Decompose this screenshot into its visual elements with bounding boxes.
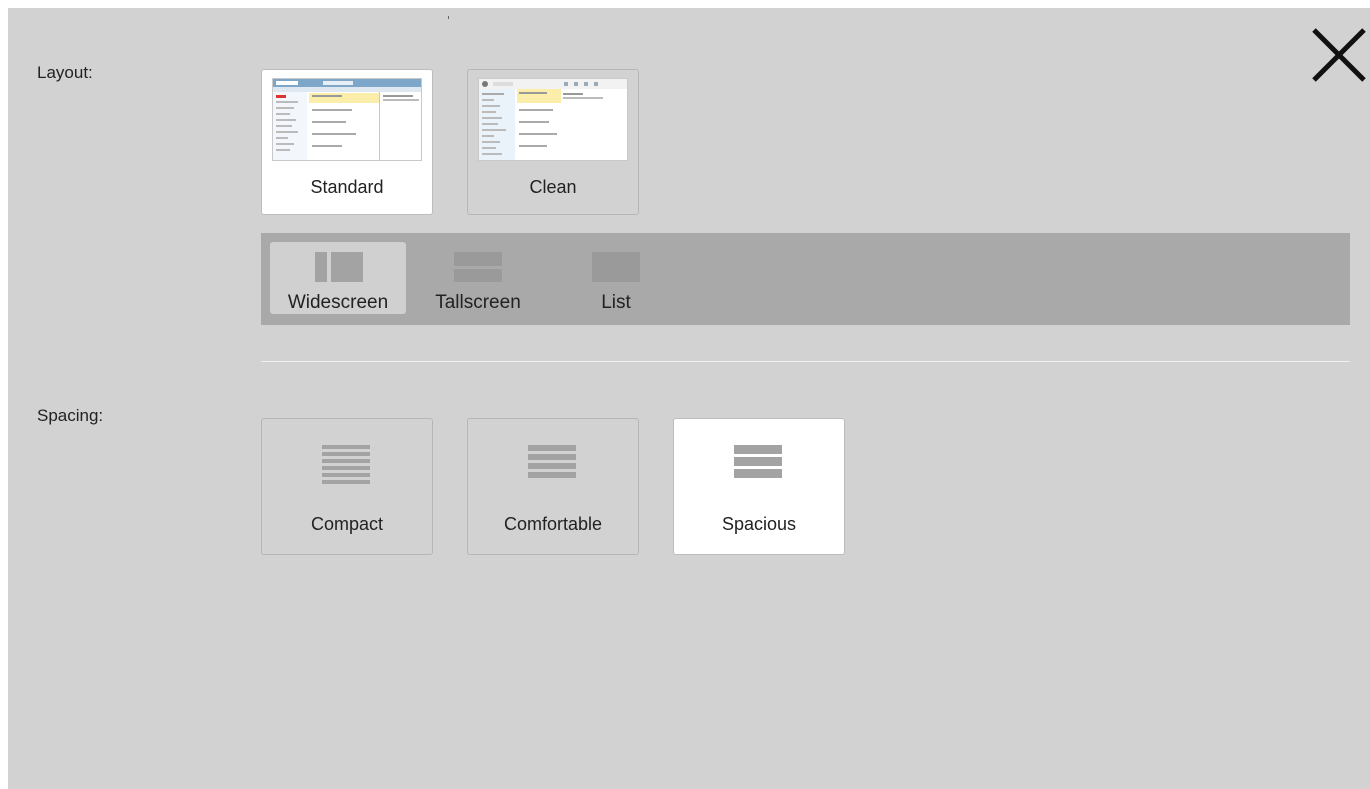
layout-option-standard-label: Standard <box>310 177 384 197</box>
view-option-list[interactable]: List <box>571 242 661 314</box>
standard-layout-thumbnail <box>272 78 422 161</box>
layout-option-clean[interactable]: Clean <box>467 69 639 215</box>
view-option-tallscreen-label: Tallscreen <box>435 292 521 313</box>
view-option-tallscreen[interactable]: Tallscreen <box>423 242 533 314</box>
view-option-list-label: List <box>601 292 631 313</box>
layout-option-clean-label: Clean <box>529 177 577 197</box>
reading-pane-view-bar: Widescreen Tallscreen List <box>261 233 1350 325</box>
list-view-icon <box>592 252 640 282</box>
spacing-option-spacious-label: Spacious <box>721 514 797 534</box>
spacing-label: Spacing: <box>37 406 104 425</box>
close-icon <box>1312 28 1366 82</box>
section-divider <box>261 361 1350 362</box>
spacious-spacing-icon <box>734 445 782 478</box>
comfortable-spacing-icon <box>528 445 576 478</box>
tallscreen-icon <box>454 252 502 282</box>
layout-option-standard[interactable]: Standard <box>261 69 433 215</box>
layout-label: Layout: <box>37 63 93 82</box>
spacing-option-comfortable[interactable]: Comfortable <box>467 418 639 555</box>
view-option-widescreen[interactable]: Widescreen <box>270 242 406 314</box>
display-settings-panel: Layout: Standard Clean Widescreen Tallsc… <box>8 8 1370 789</box>
spacing-option-compact-label: Compact <box>310 514 384 534</box>
clean-layout-thumbnail <box>478 78 628 161</box>
view-option-widescreen-label: Widescreen <box>287 292 389 313</box>
tick-mark <box>448 16 449 19</box>
close-button[interactable] <box>1310 26 1368 84</box>
widescreen-icon <box>315 252 363 282</box>
spacing-option-compact[interactable]: Compact <box>261 418 433 555</box>
compact-spacing-icon <box>322 445 370 484</box>
spacing-option-spacious[interactable]: Spacious <box>673 418 845 555</box>
spacing-option-comfortable-label: Comfortable <box>503 514 603 534</box>
